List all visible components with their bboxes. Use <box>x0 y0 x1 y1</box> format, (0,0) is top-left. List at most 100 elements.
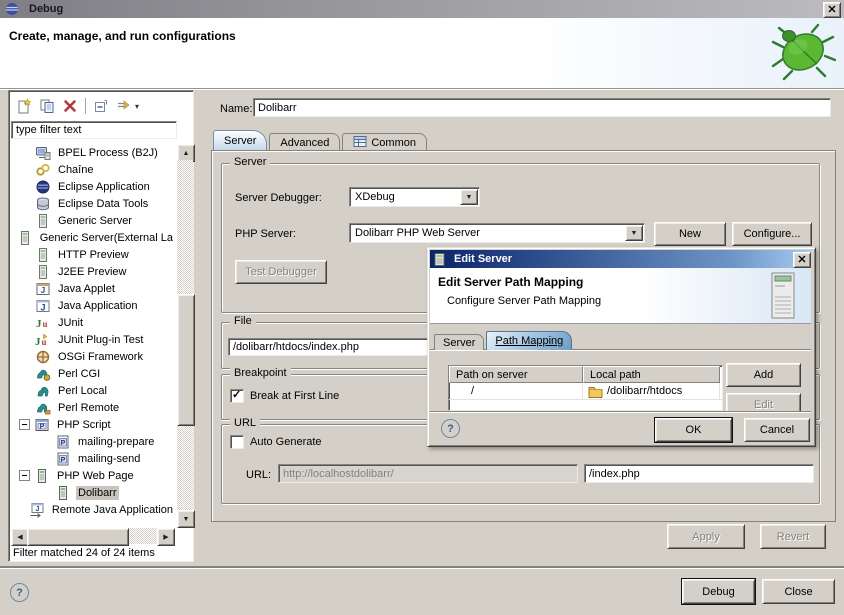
debug-button[interactable]: Debug <box>682 579 755 604</box>
config-tree: BPEL Process (B2J)Chaîne Eclipse Applicat… <box>11 144 175 526</box>
new-server-button[interactable]: New <box>654 222 726 246</box>
tree-item-label: mailing-send <box>76 452 142 466</box>
tree-item-j2ee-preview[interactable]: J2EE Preview <box>11 263 175 280</box>
tree-item-junit-plug-in-test[interactable]: JuJUnit Plug-in Test <box>11 331 175 348</box>
help-button[interactable]: ? <box>10 583 29 602</box>
combo-value: XDebug <box>355 191 395 203</box>
tree-indent <box>11 390 35 391</box>
dialog-heading: Edit Server Path Mapping <box>438 275 583 289</box>
close-button[interactable]: Close <box>762 579 835 604</box>
tree-item-dolibarr[interactable]: Dolibarr <box>11 484 175 501</box>
scroll-down-button[interactable]: ▼ <box>177 510 195 528</box>
tab-server[interactable]: Server <box>213 130 267 151</box>
dialog-header: Edit Server Path Mapping Configure Serve… <box>430 268 811 324</box>
java-icon: J <box>35 298 51 314</box>
dialog-button-bar: ? OK Cancel <box>430 411 811 445</box>
server-debugger-select[interactable]: XDebug ▼ <box>349 187 480 207</box>
collapse-expander-icon[interactable] <box>19 419 30 430</box>
tree-item-label: Eclipse Application <box>56 180 152 194</box>
tab-label: Server <box>224 135 256 147</box>
tree-item-label: Java Applet <box>56 282 117 296</box>
tree-indent <box>11 373 35 374</box>
tree-vertical-scrollbar[interactable]: ▲ ▼ <box>177 144 193 526</box>
combo-arrow-icon[interactable]: ▼ <box>625 225 643 241</box>
tree-item-php-script[interactable]: PPHP Script <box>11 416 175 433</box>
tree-item-eclipse-application[interactable]: Eclipse Application <box>11 178 175 195</box>
tree-horizontal-scrollbar[interactable]: ◀ ▶ <box>11 528 175 544</box>
duplicate-configuration-button[interactable] <box>37 96 57 116</box>
collapse-all-button[interactable] <box>91 96 111 116</box>
path-mapping-row[interactable]: //dolibarr/htdocs <box>449 383 722 400</box>
url-group-legend: URL <box>230 417 260 429</box>
break-at-first-line-checkbox[interactable]: Break at First Line <box>230 389 339 403</box>
window-close-button[interactable] <box>823 2 841 18</box>
osgi-icon <box>35 349 51 365</box>
collapse-expander-icon[interactable] <box>19 470 30 481</box>
delete-configuration-button[interactable] <box>60 96 80 116</box>
tree-indent <box>11 509 29 510</box>
tree-item-remote-java-application[interactable]: JRemote Java Application <box>11 501 175 518</box>
tree-item-perl-cgi[interactable]: Perl CGI <box>11 365 175 382</box>
tree-item-eclipse-data-tools[interactable]: Eclipse Data Tools <box>11 195 175 212</box>
url-input <box>278 464 578 483</box>
filter-input[interactable] <box>11 121 177 139</box>
path-mapping-panel: Path on server Local path //dolibarr/htd… <box>430 349 811 412</box>
auto-generate-checkbox[interactable]: Auto Generate <box>230 435 322 449</box>
scroll-thumb[interactable] <box>27 528 129 546</box>
name-input[interactable] <box>253 98 831 117</box>
svg-text:P: P <box>61 439 66 446</box>
new-configuration-button[interactable] <box>14 96 34 116</box>
url-path-input[interactable] <box>584 464 814 483</box>
tree-item-label: Perl Local <box>56 384 109 398</box>
tree-item-perl-local[interactable]: Perl Local <box>11 382 175 399</box>
dialog-close-button[interactable] <box>793 252 811 268</box>
tab-advanced[interactable]: Advanced <box>269 133 340 151</box>
server-php-icon <box>34 468 50 484</box>
tree-item-mailing-send[interactable]: Pmailing-send <box>11 450 175 467</box>
arrow-down-icon: ▼ <box>183 516 190 523</box>
tab-label: Server <box>443 337 475 349</box>
dialog-tab-path-mapping[interactable]: Path Mapping <box>486 331 572 350</box>
scroll-right-button[interactable]: ▶ <box>157 528 175 546</box>
tree-item-java-application[interactable]: JJava Application <box>11 297 175 314</box>
tree-item-junit[interactable]: JuJUnit <box>11 314 175 331</box>
server-icon <box>35 264 51 280</box>
tree-item-generic-server-external-la[interactable]: Generic Server(External La <box>11 229 175 246</box>
configure-server-button[interactable]: Configure... <box>732 222 812 246</box>
tree-item-cha-ne[interactable]: Chaîne <box>11 161 175 178</box>
tree-item-perl-remote[interactable]: Perl Remote <box>11 399 175 416</box>
tab-common[interactable]: Common <box>342 133 427 151</box>
filter-options-button[interactable] <box>114 96 134 116</box>
dialog-tab-server[interactable]: Server <box>434 334 484 350</box>
tree-indent <box>11 458 55 459</box>
column-header-path-on-server[interactable]: Path on server <box>449 366 583 383</box>
checkbox-checked-icon[interactable] <box>230 389 244 403</box>
php-server-select[interactable]: Dolibarr PHP Web Server ▼ <box>349 223 645 243</box>
tree-item-label: BPEL Process (B2J) <box>56 146 160 160</box>
cancel-button[interactable]: Cancel <box>744 418 810 442</box>
header-banner: Create, manage, and run configurations <box>0 18 844 89</box>
tree-item-php-web-page[interactable]: PHP Web Page <box>11 467 175 484</box>
tree-item-java-applet[interactable]: JJava Applet <box>11 280 175 297</box>
dropdown-arrow-icon[interactable]: ▾ <box>135 102 139 111</box>
tree-item-mailing-prepare[interactable]: Pmailing-prepare <box>11 433 175 450</box>
svg-text:P: P <box>40 423 45 430</box>
ok-button[interactable]: OK <box>655 418 732 442</box>
dialog-help-button[interactable]: ? <box>441 419 460 438</box>
combo-arrow-icon[interactable]: ▼ <box>460 189 478 205</box>
tree-indent <box>11 441 55 442</box>
tree-indent <box>11 305 35 306</box>
button-label: New <box>679 228 701 240</box>
tree-item-label: mailing-prepare <box>76 435 156 449</box>
tree-item-generic-server[interactable]: Generic Server <box>11 212 175 229</box>
scroll-thumb[interactable] <box>177 294 195 426</box>
checkbox-unchecked-icon[interactable] <box>230 435 244 449</box>
tree-item-bpel-process-b2j[interactable]: BPEL Process (B2J) <box>11 144 175 161</box>
arrow-right-icon: ▶ <box>163 533 168 541</box>
add-mapping-button[interactable]: Add <box>726 363 801 387</box>
tree-item-http-preview[interactable]: HTTP Preview <box>11 246 175 263</box>
tree-item-osgi-framework[interactable]: OSGi Framework <box>11 348 175 365</box>
java-remote-icon: J <box>29 502 45 518</box>
column-header-local-path[interactable]: Local path <box>583 366 720 383</box>
window-titlebar: Debug <box>0 0 844 18</box>
